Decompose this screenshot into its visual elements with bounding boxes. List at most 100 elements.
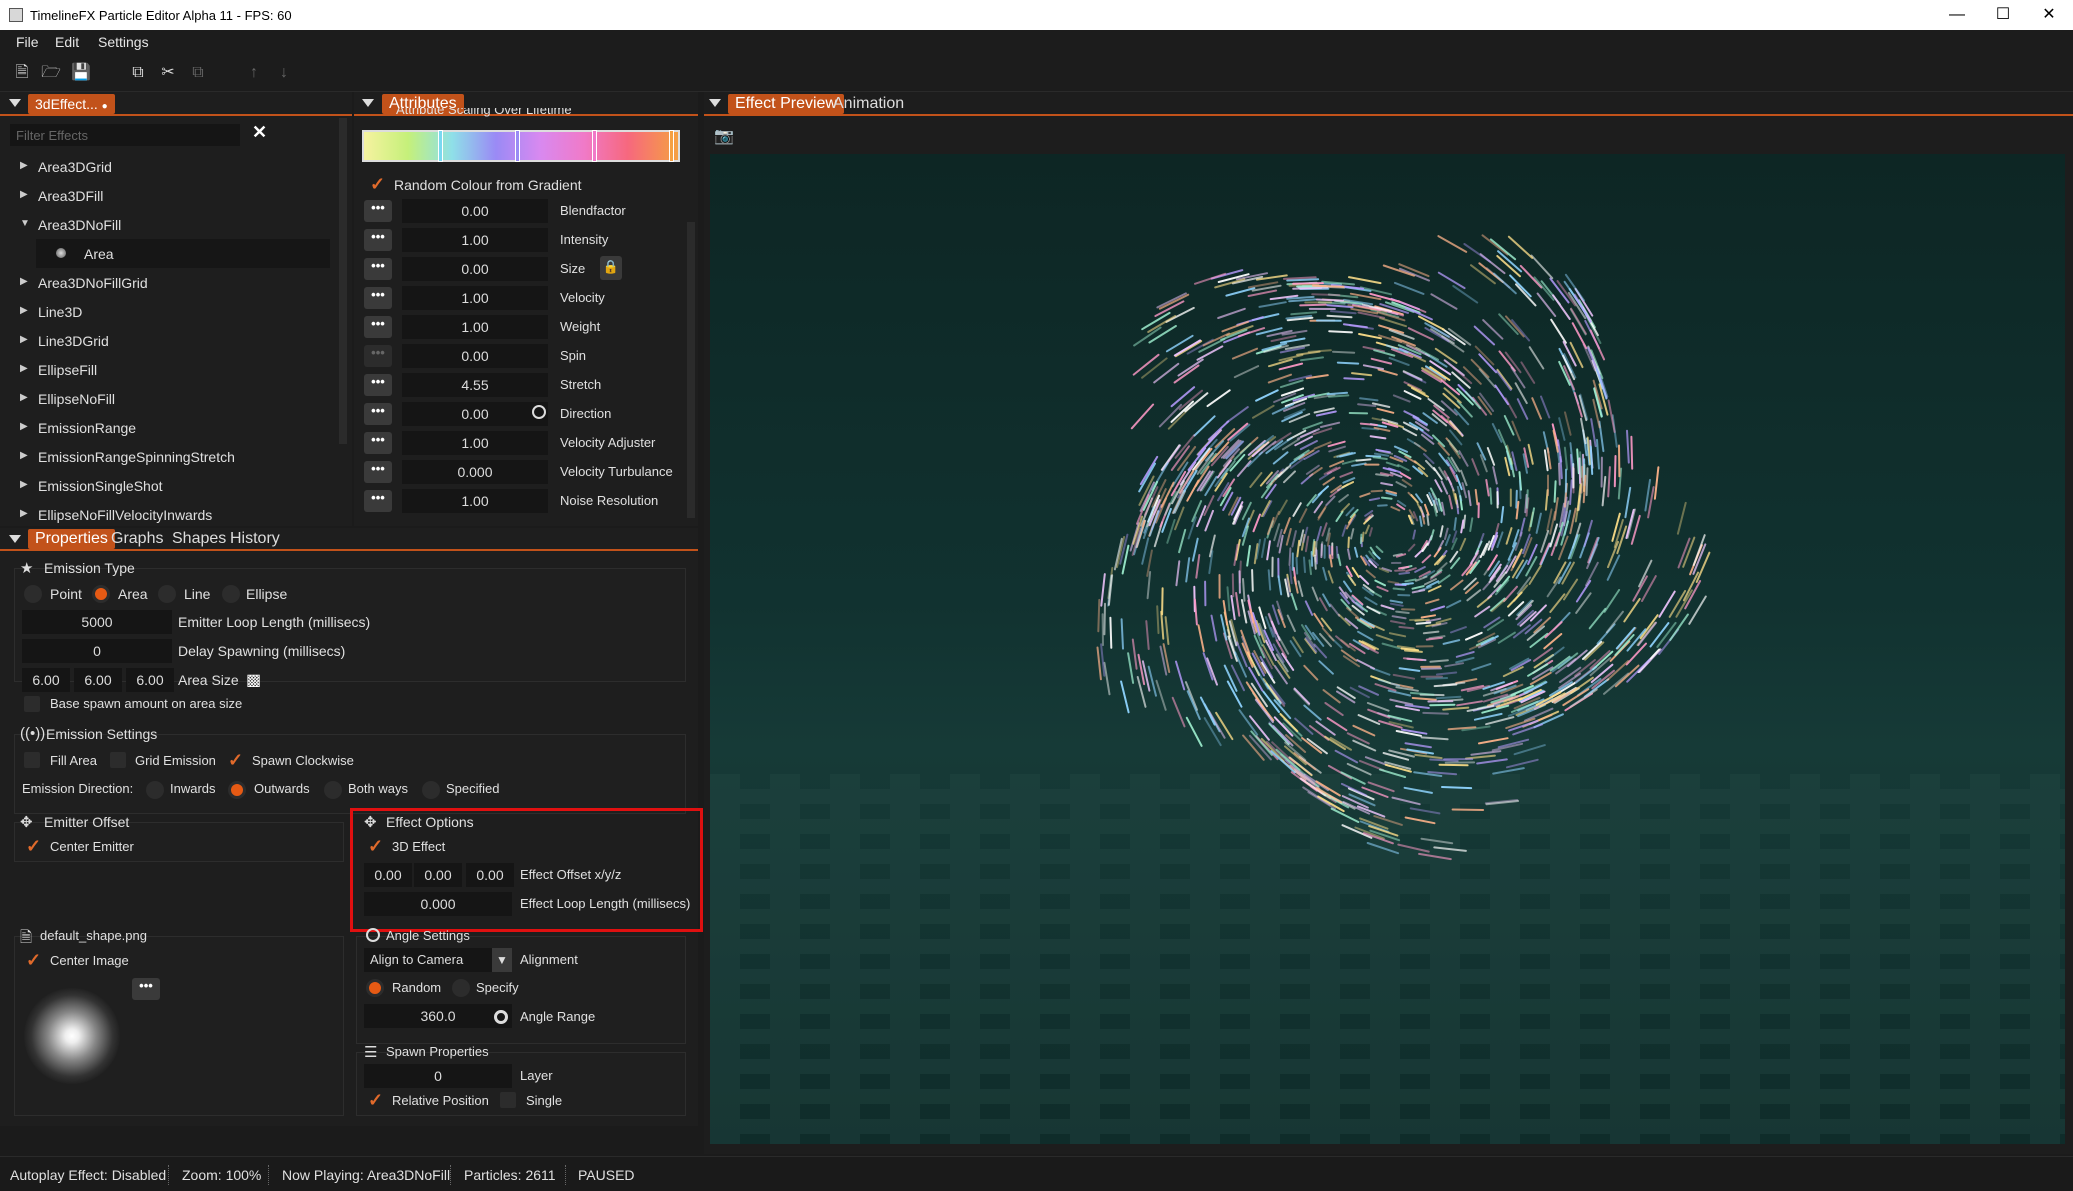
effect-offset-z-input[interactable]: 0.00 (466, 863, 514, 887)
move-down-icon[interactable]: ↓ (273, 62, 295, 84)
relative-position-checkbox[interactable]: ✓ (368, 1091, 384, 1109)
tab-graphs[interactable]: Graphs (104, 529, 170, 549)
effect-3d-checkbox[interactable]: ✓ (368, 837, 384, 855)
center-emitter-checkbox[interactable]: ✓ (26, 837, 42, 855)
attribute-more-button[interactable]: ••• (364, 316, 392, 338)
tree-item[interactable]: ▶ Area3DGrid (0, 152, 330, 181)
attribute-more-button[interactable]: ••• (364, 345, 392, 367)
attribute-more-button[interactable]: ••• (364, 461, 392, 483)
tree-item[interactable]: ▶ EllipseNoFillVelocityInwards (0, 500, 330, 529)
panel-menu-icon[interactable] (9, 535, 21, 543)
attribute-more-button[interactable]: ••• (364, 403, 392, 425)
caret-right-icon[interactable]: ▶ (20, 189, 28, 200)
spawn-clockwise-checkbox[interactable]: ✓ (228, 751, 244, 769)
attribute-more-button[interactable]: ••• (364, 200, 392, 222)
angle-range-input[interactable]: 360.0 (364, 1004, 512, 1028)
attributes-scrollbar[interactable] (687, 222, 695, 518)
attribute-value-input[interactable]: 4.55 (402, 373, 548, 397)
attribute-value-input[interactable]: 0.00 (402, 257, 548, 281)
panel-menu-icon[interactable] (362, 99, 374, 107)
tab-animation[interactable]: Animation (826, 94, 911, 114)
radio-both-ways[interactable] (324, 781, 342, 799)
alignment-select[interactable]: Align to Camera (364, 948, 494, 972)
angle-dial-icon[interactable] (494, 1010, 508, 1024)
tree-scrollbar[interactable] (339, 118, 347, 444)
attribute-value-input[interactable]: 0.00 (402, 199, 548, 223)
attribute-value-input[interactable]: 1.00 (402, 315, 548, 339)
attribute-value-input[interactable]: 0.000 (402, 460, 548, 484)
effect-offset-x-input[interactable]: 0.00 (364, 863, 412, 887)
filter-effects-input[interactable]: Filter Effects (10, 124, 240, 146)
gradient-stop[interactable] (592, 130, 597, 162)
attribute-value-input[interactable]: 1.00 (402, 228, 548, 252)
fill-area-checkbox[interactable] (24, 752, 40, 768)
lock-icon[interactable]: 🔒 (600, 256, 622, 280)
area-size-z-input[interactable]: 6.00 (126, 668, 174, 692)
center-image-checkbox[interactable]: ✓ (26, 951, 42, 969)
area-size-y-input[interactable]: 6.00 (74, 668, 122, 692)
attribute-more-button[interactable]: ••• (364, 229, 392, 251)
tree-item[interactable]: ▶ EmissionRangeSpinningStretch (0, 442, 330, 471)
layer-input[interactable]: 0 (364, 1064, 512, 1088)
tree-item[interactable]: ▶ EllipseFill (0, 355, 330, 384)
maximize-icon[interactable]: ☐ (1980, 0, 2026, 30)
shape-more-button[interactable]: ••• (132, 978, 160, 1000)
radio-specified[interactable] (422, 781, 440, 799)
caret-right-icon[interactable]: ▶ (20, 508, 28, 519)
tab-history[interactable]: History (223, 529, 287, 549)
attribute-more-button[interactable]: ••• (364, 287, 392, 309)
tree-item[interactable]: ▶ EmissionRange (0, 413, 330, 442)
attribute-value-input[interactable]: 0.00 (402, 402, 548, 426)
radio-area[interactable] (92, 585, 110, 603)
tree-item[interactable]: ▶ Line3D (0, 297, 330, 326)
radio-inwards[interactable] (146, 781, 164, 799)
emitter-loop-input[interactable]: 5000 (22, 610, 172, 634)
attribute-more-button[interactable]: ••• (364, 432, 392, 454)
clear-filter-icon[interactable]: ✕ (252, 122, 267, 143)
radio-random[interactable] (366, 979, 384, 997)
new-file-icon[interactable]: 🗎 (11, 62, 33, 84)
random-colour-checkbox[interactable]: ✓ (370, 175, 386, 193)
close-icon[interactable]: ✕ (2026, 0, 2072, 30)
tab-properties[interactable]: Properties (28, 529, 115, 549)
move-up-icon[interactable]: ↑ (243, 62, 265, 84)
attribute-value-input[interactable]: 1.00 (402, 431, 548, 455)
caret-right-icon[interactable]: ▶ (20, 421, 28, 432)
open-folder-icon[interactable]: 🗁 (40, 62, 62, 84)
attribute-value-input[interactable]: 0.00 (402, 344, 548, 368)
radio-specify[interactable] (452, 979, 470, 997)
direction-dial-icon[interactable] (532, 405, 546, 419)
minimize-icon[interactable]: — (1934, 0, 1980, 30)
attribute-value-input[interactable]: 1.00 (402, 286, 548, 310)
tree-item[interactable]: ▶ Area3DFill (0, 181, 330, 210)
radio-line[interactable] (158, 585, 176, 603)
caret-right-icon[interactable]: ▶ (20, 276, 28, 287)
tree-item[interactable]: ▼ Area3DNoFill (0, 210, 330, 239)
area-size-x-input[interactable]: 6.00 (22, 668, 70, 692)
radio-point[interactable] (24, 585, 42, 603)
attribute-more-button[interactable]: ••• (364, 490, 392, 512)
tree-item[interactable]: ▶ EllipseNoFill (0, 384, 330, 413)
attribute-more-button[interactable]: ••• (364, 374, 392, 396)
caret-right-icon[interactable]: ▶ (20, 392, 28, 403)
preview-viewport[interactable] (710, 154, 2065, 1144)
caret-right-icon[interactable]: ▶ (20, 363, 28, 374)
paste-icon[interactable]: ⧉ (187, 62, 209, 84)
delay-spawning-input[interactable]: 0 (22, 639, 172, 663)
radio-outwards[interactable] (228, 781, 246, 799)
caret-right-icon[interactable]: ▶ (20, 479, 28, 490)
attribute-more-button[interactable]: ••• (364, 258, 392, 280)
expand-icon[interactable]: ▩ (246, 670, 261, 690)
radio-ellipse[interactable] (222, 585, 240, 603)
camera-icon[interactable]: 📷 (714, 126, 734, 146)
tree-item[interactable]: ▶ Area3DNoFillGrid (0, 268, 330, 297)
effect-loop-input[interactable]: 0.000 (364, 892, 512, 916)
tree-item[interactable]: ▶ EmissionSingleShot (0, 471, 330, 500)
copy-icon[interactable]: ⧉ (127, 62, 149, 84)
gradient-stop[interactable] (669, 130, 674, 162)
base-spawn-checkbox[interactable] (24, 696, 40, 712)
panel-menu-icon[interactable] (9, 99, 21, 107)
attribute-value-input[interactable]: 1.00 (402, 489, 548, 513)
gradient-stop[interactable] (438, 130, 443, 162)
panel-menu-icon[interactable] (709, 99, 721, 107)
